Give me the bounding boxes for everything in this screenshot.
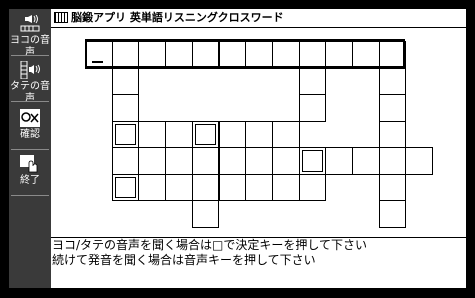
crossword-cell[interactable] xyxy=(218,147,247,175)
crossword-cell[interactable] xyxy=(165,147,193,175)
crossword-cell[interactable] xyxy=(298,41,327,69)
crossword-cell[interactable] xyxy=(111,120,140,148)
sidebar-item-check[interactable]: 確認 xyxy=(9,105,51,149)
sidebar-item-vertical-audio[interactable]: タテの音声 xyxy=(9,57,51,104)
crossword-cell[interactable] xyxy=(165,41,193,69)
crossword-cell[interactable] xyxy=(111,41,140,69)
crossword-cell[interactable] xyxy=(325,147,353,175)
crossword-cell[interactable] xyxy=(298,147,327,175)
page-title: 脳鍛アプリ 英単語リスニングクロスワード xyxy=(71,11,284,24)
check-mark-icon xyxy=(20,109,40,127)
crossword-cell[interactable] xyxy=(378,173,407,201)
crossword-cell[interactable] xyxy=(138,41,167,69)
sidebar-divider xyxy=(11,55,49,56)
sidebar-divider xyxy=(11,195,49,196)
main-panel: 脳鍛アプリ 英単語リスニングクロスワード ヨコ/タテの音声を聞く場合は□で決定キ… xyxy=(51,9,466,288)
crossword-cell[interactable] xyxy=(245,147,273,175)
sidebar: ヨコの音声 タテの音声 確認 終了 xyxy=(9,9,51,288)
crossword-cell[interactable] xyxy=(352,41,380,69)
crossword-cell[interactable] xyxy=(85,41,113,69)
crossword-cell[interactable] xyxy=(245,173,273,201)
crossword-cell[interactable] xyxy=(378,120,407,148)
word-start-marker xyxy=(114,123,137,145)
sidebar-item-quit[interactable]: 終了 xyxy=(9,151,51,195)
crossword-cell[interactable] xyxy=(378,200,407,228)
crossword-cell[interactable] xyxy=(405,147,434,175)
crossword-cell[interactable] xyxy=(378,94,407,122)
crossword-cell[interactable] xyxy=(378,41,407,69)
crossword-cell[interactable] xyxy=(138,173,167,201)
crossword-cell[interactable] xyxy=(271,173,300,201)
crossword-cell[interactable] xyxy=(298,94,327,122)
word-start-marker xyxy=(301,150,324,172)
app-list-icon xyxy=(54,12,68,23)
sidebar-item-horizontal-audio[interactable]: ヨコの音声 xyxy=(9,11,51,58)
crossword-cell[interactable] xyxy=(191,200,220,228)
crossword-cell[interactable] xyxy=(325,41,353,69)
crossword-cell[interactable] xyxy=(245,41,273,69)
crossword-cell[interactable] xyxy=(138,147,167,175)
title-bar: 脳鍛アプリ 英単語リスニングクロスワード xyxy=(51,9,466,28)
crossword-cell[interactable] xyxy=(191,173,220,201)
crossword-cell[interactable] xyxy=(218,41,247,69)
crossword-cell[interactable] xyxy=(111,94,140,122)
sidebar-divider xyxy=(11,101,49,102)
crossword-cell[interactable] xyxy=(352,147,380,175)
word-start-marker xyxy=(194,123,217,145)
sidebar-item-label: 確認 xyxy=(20,129,40,140)
crossword-cell[interactable] xyxy=(191,120,220,148)
crossword-cell[interactable] xyxy=(298,67,327,95)
crossword-cell[interactable] xyxy=(218,120,247,148)
instruction-line-1: ヨコ/タテの音声を聞く場合は□で決定キーを押して下さい xyxy=(52,238,368,252)
crossword-cell[interactable] xyxy=(271,147,300,175)
crossword-cell[interactable] xyxy=(111,67,140,95)
crossword-cell[interactable] xyxy=(138,120,167,148)
instruction-line-2: 続けて発音を聞く場合は音声キーを押して下さい xyxy=(52,253,316,267)
message-area: ヨコ/タテの音声を聞く場合は□で決定キーを押して下さい 続けて発音を聞く場合は音… xyxy=(51,237,466,289)
input-cursor xyxy=(92,61,103,63)
crossword-cell[interactable] xyxy=(165,120,193,148)
speaker-vertical-icon xyxy=(20,61,40,79)
crossword-cell[interactable] xyxy=(218,173,247,201)
crossword-cell[interactable] xyxy=(245,120,273,148)
crossword-cell[interactable] xyxy=(298,173,327,201)
crossword-cell[interactable] xyxy=(378,147,407,175)
crossword-cell[interactable] xyxy=(191,147,220,175)
crossword-cell[interactable] xyxy=(165,173,193,201)
crossword-cell[interactable] xyxy=(378,67,407,95)
sidebar-divider xyxy=(11,149,49,150)
crossword-cell[interactable] xyxy=(271,120,300,148)
crossword-cell[interactable] xyxy=(111,173,140,201)
crossword-cell[interactable] xyxy=(271,41,300,69)
sidebar-item-label: 終了 xyxy=(20,175,40,186)
word-start-marker xyxy=(114,176,137,198)
speaker-horizontal-icon xyxy=(20,15,40,32)
crossword-cell[interactable] xyxy=(111,147,140,175)
crossword-cell[interactable] xyxy=(191,41,220,69)
hand-stop-icon xyxy=(20,155,38,173)
